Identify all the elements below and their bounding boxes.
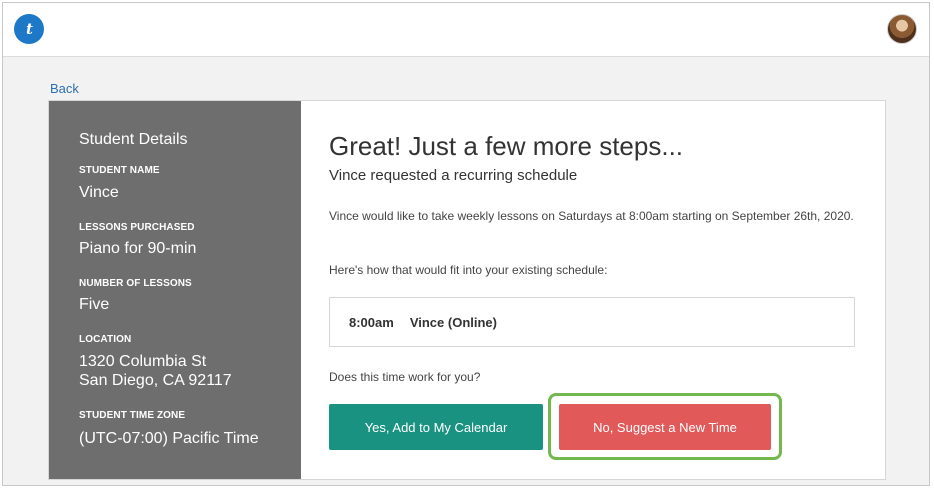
top-bar: t (3, 3, 929, 57)
slot-time: 8:00am (349, 314, 394, 330)
number-of-lessons-label: NUMBER OF LESSONS (79, 278, 192, 289)
lessons-purchased-label: LESSONS PURCHASED (79, 222, 195, 233)
slot-student: Vince (Online) (409, 314, 497, 330)
student-details-panel: Student Details STUDENT NAME Vince LESSO… (49, 101, 301, 479)
request-main: Great! Just a few more steps... Vince re… (301, 101, 885, 479)
confirmation-question: Does this time work for you? (329, 370, 481, 384)
location-line1: 1320 Columbia St (79, 353, 207, 370)
app-window: t Back Student Details STUDENT NAME Vinc… (2, 2, 930, 486)
fit-schedule-text: Here's how that would fit into your exis… (329, 263, 608, 277)
student-name-value: Vince (79, 184, 119, 201)
number-of-lessons-value: Five (79, 296, 110, 313)
student-details-title: Student Details (79, 131, 188, 148)
request-card: Student Details STUDENT NAME Vince LESSO… (48, 100, 886, 480)
time-zone-label: STUDENT TIME ZONE (79, 410, 186, 421)
request-description: Vince would like to take weekly lessons … (329, 209, 854, 223)
avatar[interactable] (887, 14, 917, 44)
page-subtitle: Vince requested a recurring schedule (329, 167, 578, 184)
back-link[interactable]: Back (50, 81, 79, 96)
location-line2: San Diego, CA 92117 (79, 372, 232, 389)
lessons-purchased-value: Piano for 90-min (79, 240, 197, 257)
schedule-slot: 8:00am Vince (Online) (329, 297, 855, 347)
logo-icon[interactable]: t (14, 14, 44, 44)
page-title: Great! Just a few more steps... (329, 131, 684, 161)
time-zone-value: (UTC-07:00) Pacific Time (79, 430, 259, 447)
student-name-label: STUDENT NAME (79, 165, 160, 176)
logo-text: t (26, 20, 33, 38)
location-label: LOCATION (79, 334, 132, 345)
add-to-calendar-button[interactable]: Yes, Add to My Calendar (329, 404, 543, 450)
suggest-new-time-button[interactable]: No, Suggest a New Time (559, 404, 771, 450)
